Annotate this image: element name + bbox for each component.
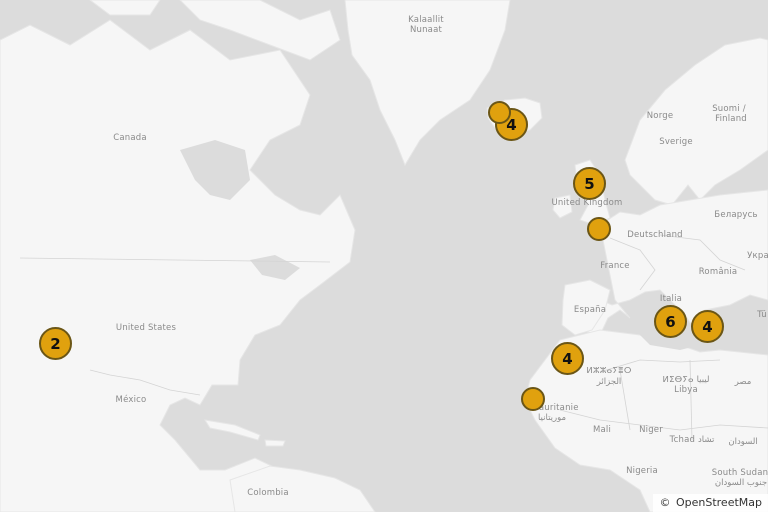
label-canada: Canada xyxy=(113,133,147,143)
label-france: France xyxy=(600,261,630,271)
label-south-sudan-arabic: جنوب السودان xyxy=(714,478,768,488)
cluster-marker-morocco[interactable]: 4 xyxy=(551,342,584,375)
label-algeria-tifinagh: ⵍⵣⵣⴰⵢⴻⵔ xyxy=(586,366,632,376)
label-libya: Libya xyxy=(674,385,698,395)
label-egypt: مصر xyxy=(734,377,752,387)
label-belarus: Беларусь xyxy=(714,210,758,220)
cluster-marker-united-kingdom[interactable]: 5 xyxy=(573,167,606,200)
label-espana: España xyxy=(573,305,607,315)
label-romania: România xyxy=(698,267,738,277)
label-sverige: Sverige xyxy=(659,137,693,147)
label-niger: Niger xyxy=(639,425,663,435)
label-nigeria: Nigeria xyxy=(626,466,658,476)
label-mexico: México xyxy=(115,395,147,405)
label-mali: Mali xyxy=(592,425,612,435)
label-colombia: Colombia xyxy=(247,488,289,498)
point-marker-belgium[interactable] xyxy=(587,217,611,241)
map-basemap[interactable] xyxy=(0,0,768,512)
point-marker-mauritania[interactable] xyxy=(521,387,545,411)
label-united-states: United States xyxy=(115,323,177,333)
map-attribution: © OpenStreetMap xyxy=(653,494,768,512)
label-norge: Norge xyxy=(646,111,674,121)
map-view[interactable]: Kalaallit Nunaat Canada United States Mé… xyxy=(0,0,768,512)
label-suomi: Suomi / xyxy=(712,104,746,114)
attribution-link[interactable]: OpenStreetMap xyxy=(676,496,762,509)
label-finland: Finland xyxy=(715,114,747,124)
cluster-marker-greece[interactable]: 4 xyxy=(691,310,724,343)
cluster-marker-italy[interactable]: 6 xyxy=(654,305,687,338)
cluster-marker-california[interactable]: 2 xyxy=(39,327,72,360)
copyright-symbol: © xyxy=(659,496,671,509)
label-deutschland: Deutschland xyxy=(627,230,683,240)
label-libya-native: ⵍⵉⴱⵢⴰ ليبيا xyxy=(662,375,710,385)
label-turkey: Tü xyxy=(757,310,767,320)
label-south-sudan: South Sudan xyxy=(711,468,768,478)
label-kalaallit: Kalaallit xyxy=(408,15,444,25)
point-marker-iceland-west[interactable] xyxy=(488,101,511,124)
label-mauritania-arabic: موريتانيا xyxy=(537,413,567,423)
label-tchad: Tchad تشاد xyxy=(669,435,715,445)
label-italia: Italia xyxy=(659,294,683,304)
label-ukraine: Укра xyxy=(747,251,768,261)
label-sudan: السودان xyxy=(728,437,758,447)
label-nunaat: Nunaat xyxy=(409,25,443,35)
label-algeria-arabic: الجزائر xyxy=(596,377,622,387)
